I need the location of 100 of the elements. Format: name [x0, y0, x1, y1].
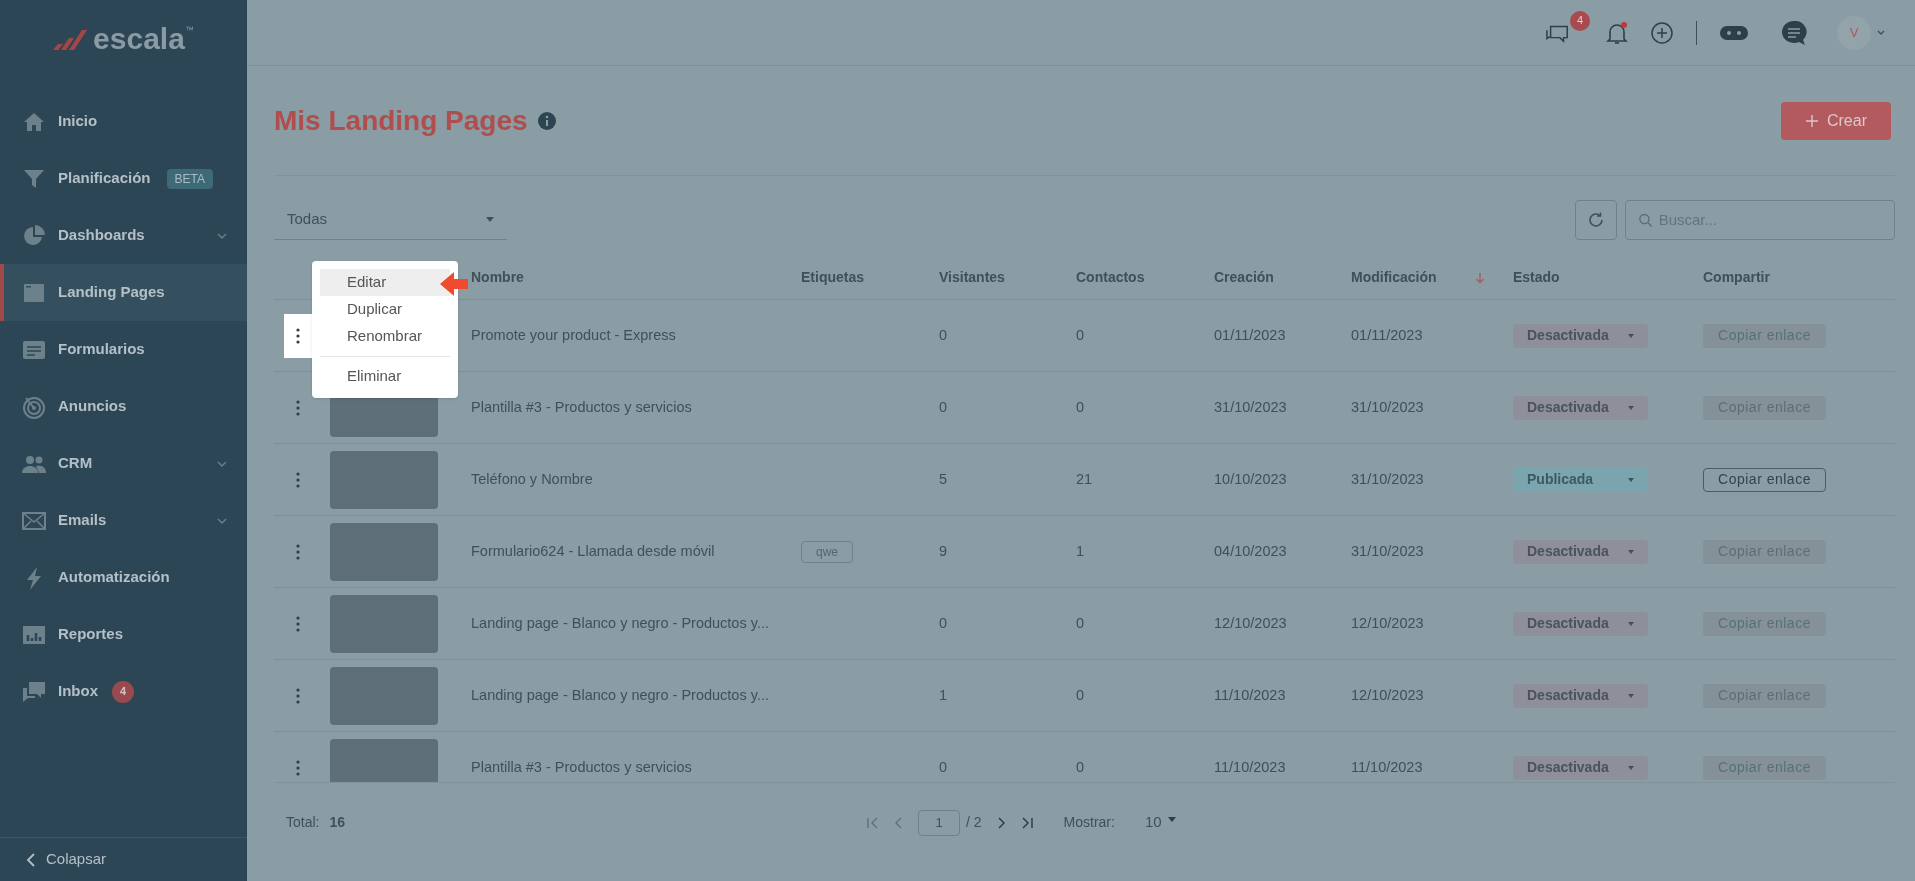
table-cell-text: 0	[939, 397, 949, 417]
user-menu[interactable]: V	[1837, 15, 1885, 50]
status-dropdown[interactable]: Desactivada	[1513, 539, 1648, 564]
notifications-button[interactable]	[1606, 20, 1628, 45]
table-cell-text: 1	[1076, 541, 1086, 561]
table-cell-text: 11/10/2023	[1214, 757, 1287, 777]
table-cell-text: 0	[1076, 685, 1086, 705]
sidebar-item[interactable]: Formularios	[0, 321, 247, 378]
chevron-left-icon	[26, 851, 36, 868]
search-icon	[1638, 212, 1653, 228]
caret-icon	[1628, 549, 1634, 554]
table-cell-text: 12/10/2023	[1214, 613, 1288, 633]
logo-icon	[53, 28, 88, 50]
menu-item[interactable]: Editar	[320, 269, 450, 296]
name-cell-text: Plantilla #3 - Productos y servicios	[471, 397, 693, 417]
caret-icon	[1877, 30, 1885, 35]
table-cell-text: 1	[939, 685, 949, 705]
column-header[interactable]: Contactos	[1076, 267, 1145, 288]
table-cell-text: 0	[1076, 613, 1086, 633]
sidebar-item[interactable]: Automatización	[0, 549, 247, 606]
table-cell-text: 31/10/2023	[1351, 469, 1425, 489]
add-button[interactable]	[1650, 20, 1674, 45]
create-button[interactable]: Crear	[1781, 101, 1891, 140]
table-cell-text: 0	[1076, 757, 1086, 777]
target-icon	[22, 394, 46, 419]
name-cell-text: Plantilla #3 - Productos y servicios	[471, 757, 693, 777]
table-cell-text: 0	[939, 613, 949, 633]
table-cell-text: 5	[939, 469, 949, 489]
sidebar-item[interactable]: Dashboards	[0, 207, 247, 264]
support-chat-button[interactable]	[1779, 18, 1809, 47]
column-header[interactable]: Compartir	[1703, 267, 1770, 288]
column-header[interactable]: Visitantes	[939, 267, 1005, 288]
beta-badge: BETA	[166, 168, 213, 189]
sidebar-item[interactable]: Inbox 4	[0, 663, 247, 720]
caret-icon	[1628, 477, 1634, 482]
table-cell-text: 0	[939, 325, 949, 345]
table-cell-text: 11/10/2023	[1214, 685, 1287, 705]
column-header[interactable]: Modificación	[1351, 267, 1485, 288]
table-cell-text: 11/10/2023	[1351, 757, 1424, 777]
kebab-icon	[296, 759, 300, 776]
table-cell-text: 0	[1076, 325, 1086, 345]
table-cell-text: 31/10/2023	[1351, 397, 1425, 417]
total-count: 16	[329, 813, 346, 832]
sidebar-item[interactable]: CRM	[0, 435, 247, 492]
caret-icon	[1628, 405, 1634, 410]
sidebar-item[interactable]: Reportes	[0, 606, 247, 663]
kebab-menu-button[interactable]	[284, 313, 312, 358]
sidebar-item[interactable]: Anuncios	[0, 378, 247, 435]
logo-text: escala	[93, 24, 185, 54]
name-cell-text: Landing page - Blanco y negro - Productos y...	[471, 685, 770, 705]
collapse-button[interactable]: Colapsar	[0, 837, 247, 881]
column-header[interactable]: Estado	[1513, 267, 1560, 288]
count-badge: 4	[112, 680, 134, 703]
last-page-icon[interactable]	[1019, 815, 1034, 830]
menu-item[interactable]: Duplicar	[320, 296, 450, 323]
column-header[interactable]: Etiquetas	[801, 267, 864, 288]
status-dropdown[interactable]: Desactivada	[1513, 683, 1648, 708]
page-title: Mis Landing Pages	[274, 103, 528, 138]
table-cell-text: 21	[1076, 469, 1094, 489]
table-cell-text: 0	[1076, 397, 1086, 417]
column-header[interactable]: Nombre	[471, 267, 524, 288]
first-page-icon[interactable]	[866, 815, 880, 830]
copy-link-button[interactable]: Copiar enlace	[1703, 467, 1826, 492]
sidebar-item[interactable]: Landing Pages	[0, 264, 247, 321]
page-size-dropdown[interactable]: 10	[1144, 811, 1176, 834]
status-dropdown[interactable]: Desactivada	[1513, 323, 1648, 348]
kebab-icon	[296, 471, 300, 488]
menu-item[interactable]: Eliminar	[320, 363, 450, 390]
kebab-icon	[296, 615, 300, 632]
name-cell-text: Landing page - Blanco y negro - Productos y...	[471, 613, 770, 633]
status-dropdown[interactable]: Desactivada	[1513, 395, 1648, 420]
column-header[interactable]: Creación	[1214, 267, 1274, 288]
caret-icon	[1628, 333, 1634, 338]
total-label: Total:	[286, 813, 320, 832]
table-cell-text: 01/11/2023	[1351, 325, 1424, 345]
name-cell-text: Promote your product - Express	[471, 325, 677, 345]
sidebar-item[interactable]: Inicio	[0, 93, 247, 150]
page-input[interactable]: 1	[918, 809, 960, 836]
refresh-button[interactable]	[1575, 200, 1617, 240]
table-cell-text: 04/10/2023	[1214, 541, 1288, 561]
status-dropdown[interactable]: Desactivada	[1513, 611, 1648, 636]
table-cell-text: 31/10/2023	[1351, 541, 1425, 561]
table-cell-text: 01/11/2023	[1214, 325, 1287, 345]
pie-chart-icon	[22, 223, 46, 248]
status-dropdown[interactable]: Publicada	[1513, 467, 1648, 492]
table-cell-text: 31/10/2023	[1214, 397, 1288, 417]
status-dropdown[interactable]: Desactivada	[1513, 755, 1648, 780]
sidebar-item[interactable]: Emails	[0, 492, 247, 549]
menu-item[interactable]: Renombrar	[320, 323, 450, 350]
table-cell-text: 9	[939, 541, 949, 561]
kebab-icon	[296, 327, 300, 344]
trademark-sign: ™	[184, 24, 194, 35]
sidebar-item[interactable]: Planificación BETA	[0, 150, 247, 207]
count-badge: 4	[1570, 10, 1590, 31]
caret-icon	[1167, 817, 1176, 822]
table-cell-text: 10/10/2023	[1214, 469, 1288, 489]
info-icon	[537, 111, 556, 130]
page-count: / 2	[966, 813, 982, 832]
page-size-label: Mostrar:	[1063, 813, 1115, 832]
filter-dropdown[interactable]: Todas	[274, 200, 507, 240]
